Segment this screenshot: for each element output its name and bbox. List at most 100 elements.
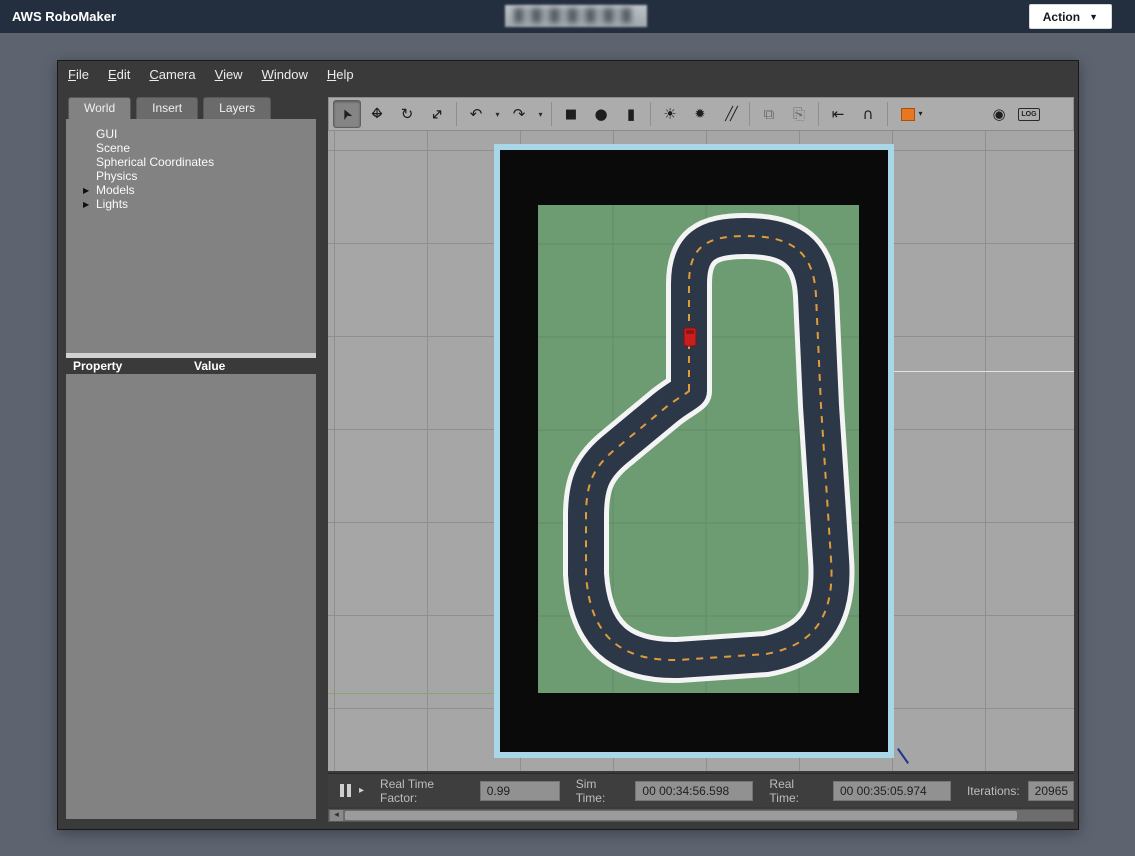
- directional-light-button[interactable]: ╱╱: [716, 100, 744, 128]
- scale-tool-button[interactable]: ↔: [423, 100, 451, 128]
- tree-item-label: Spherical Coordinates: [96, 155, 214, 169]
- real-time-value: 00 00:35:05.974: [833, 781, 951, 801]
- paste-icon: ⎘: [793, 107, 805, 122]
- cylinder-icon: ▮: [627, 107, 635, 122]
- aws-topbar: AWS RoboMaker Action ▼: [0, 0, 1135, 33]
- value-column-header: Value: [194, 358, 225, 374]
- menu-camera[interactable]: Camera: [149, 67, 195, 82]
- toolbar-separator: [650, 102, 651, 126]
- tab-layers[interactable]: Layers: [203, 97, 271, 119]
- copy-button[interactable]: ⧉: [755, 100, 783, 128]
- scroll-left-button[interactable]: ◂: [330, 810, 343, 821]
- toolbar-separator: [887, 102, 888, 126]
- tab-world[interactable]: World: [68, 97, 131, 119]
- camera-icon: ◉: [992, 107, 1005, 122]
- menubar: File Edit Camera View Window Help: [58, 61, 1078, 87]
- snap-tool-button[interactable]: ∩: [854, 100, 882, 128]
- playback-statusbar: ▸ Real Time Factor: 0.99 Sim Time: 00 00…: [328, 773, 1074, 807]
- deepracer-car[interactable]: [684, 328, 696, 346]
- iterations-label: Iterations:: [967, 784, 1020, 798]
- scale-icon: ↔: [427, 104, 447, 124]
- tree-item-label: GUI: [96, 127, 117, 141]
- rtf-value: 0.99: [480, 781, 560, 801]
- render-viewport[interactable]: [328, 131, 1074, 771]
- undo-icon: ↶: [470, 107, 483, 122]
- horizontal-scrollbar[interactable]: ◂: [328, 809, 1074, 822]
- expand-arrow-icon[interactable]: ▶: [83, 184, 89, 198]
- menu-view[interactable]: View: [215, 67, 243, 82]
- tree-item-gui[interactable]: GUI: [66, 127, 316, 141]
- real-time-label: Real Time:: [769, 777, 825, 805]
- scrollbar-thumb[interactable]: [345, 811, 1017, 820]
- action-menu-button[interactable]: Action ▼: [1029, 4, 1112, 29]
- spot-light-button[interactable]: ✹: [686, 100, 714, 128]
- screen: AWS RoboMaker Action ▼ File Edit Camera …: [0, 0, 1135, 856]
- directional-light-icon: ╱╱: [725, 108, 735, 121]
- undo-history-button[interactable]: ▾: [492, 100, 503, 128]
- gazebo-window: File Edit Camera View Window Help World …: [57, 60, 1079, 830]
- screenshot-button[interactable]: ◉: [985, 100, 1013, 128]
- add-sphere-button[interactable]: ●: [587, 100, 615, 128]
- world-tree: GUI Scene Spherical Coordinates Physics …: [66, 121, 316, 351]
- translate-tool-button[interactable]: ↔↕: [363, 100, 391, 128]
- grid-axis-line-y: [328, 693, 494, 694]
- log-record-button[interactable]: LOG: [1015, 100, 1043, 128]
- spot-light-icon: ✹: [695, 108, 706, 121]
- redo-button[interactable]: ↷: [505, 100, 533, 128]
- property-table-header: Property Value: [66, 358, 316, 374]
- tree-item-label: Scene: [96, 141, 130, 155]
- undo-button[interactable]: ↶: [462, 100, 490, 128]
- tree-item-label: Physics: [96, 169, 137, 183]
- property-column-header: Property: [73, 358, 122, 374]
- tree-item-models[interactable]: ▶ Models: [66, 183, 316, 197]
- redo-icon: ↷: [513, 107, 526, 122]
- tree-item-spherical-coordinates[interactable]: Spherical Coordinates: [66, 155, 316, 169]
- redo-history-button[interactable]: ▾: [535, 100, 546, 128]
- gazebo-toolbar: ➤ ↔↕ ↻ ↔ ↶ ▾ ↷ ▾ ■: [328, 97, 1074, 131]
- box-icon: ■: [565, 108, 577, 121]
- step-button[interactable]: ▸: [359, 785, 364, 796]
- point-light-button[interactable]: ☀: [656, 100, 684, 128]
- sphere-icon: ●: [594, 107, 607, 122]
- sim-time-label: Sim Time:: [576, 777, 628, 805]
- toolbar-separator: [818, 102, 819, 126]
- menu-help[interactable]: Help: [327, 67, 354, 82]
- expand-arrow-icon[interactable]: ▶: [83, 198, 89, 212]
- menu-window[interactable]: Window: [262, 67, 308, 82]
- grid-axis-line-z: [897, 748, 909, 764]
- tree-item-lights[interactable]: ▶ Lights: [66, 197, 316, 211]
- rotate-tool-button[interactable]: ↻: [393, 100, 421, 128]
- chevron-down-icon: ▾: [918, 110, 922, 118]
- magnet-icon: ∩: [863, 107, 874, 122]
- move-icon: ↔↕: [368, 105, 386, 123]
- toolbar-separator: [456, 102, 457, 126]
- copy-icon: ⧉: [764, 107, 775, 122]
- tree-item-physics[interactable]: Physics: [66, 169, 316, 183]
- sim-time-value: 00 00:34:56.598: [635, 781, 753, 801]
- iterations-value: 20965: [1028, 781, 1074, 801]
- tree-item-scene[interactable]: Scene: [66, 141, 316, 155]
- grid-axis-line-x: [894, 371, 1074, 372]
- align-icon: ⇤: [832, 107, 845, 122]
- track-svg: [494, 144, 894, 758]
- world-panel: World Insert Layers GUI Scene Spherical …: [66, 97, 316, 819]
- redacted-text: [514, 8, 632, 23]
- add-box-button[interactable]: ■: [557, 100, 585, 128]
- pause-button[interactable]: [340, 784, 351, 797]
- tree-item-label: Lights: [96, 197, 128, 211]
- action-label: Action: [1043, 10, 1080, 24]
- view-angle-button[interactable]: ▾: [893, 100, 931, 128]
- menu-file[interactable]: File: [68, 67, 89, 82]
- toolbar-separator: [551, 102, 552, 126]
- select-tool-button[interactable]: ➤: [333, 100, 361, 128]
- tab-insert[interactable]: Insert: [136, 97, 198, 119]
- cursor-icon: ➤: [338, 106, 356, 123]
- menu-edit[interactable]: Edit: [108, 67, 130, 82]
- race-track-model[interactable]: [494, 144, 894, 758]
- align-tool-button[interactable]: ⇤: [824, 100, 852, 128]
- chevron-down-icon: ▼: [1089, 12, 1098, 22]
- paste-button[interactable]: ⎘: [785, 100, 813, 128]
- add-cylinder-button[interactable]: ▮: [617, 100, 645, 128]
- log-icon: LOG: [1018, 108, 1039, 121]
- rotate-icon: ↻: [401, 107, 414, 122]
